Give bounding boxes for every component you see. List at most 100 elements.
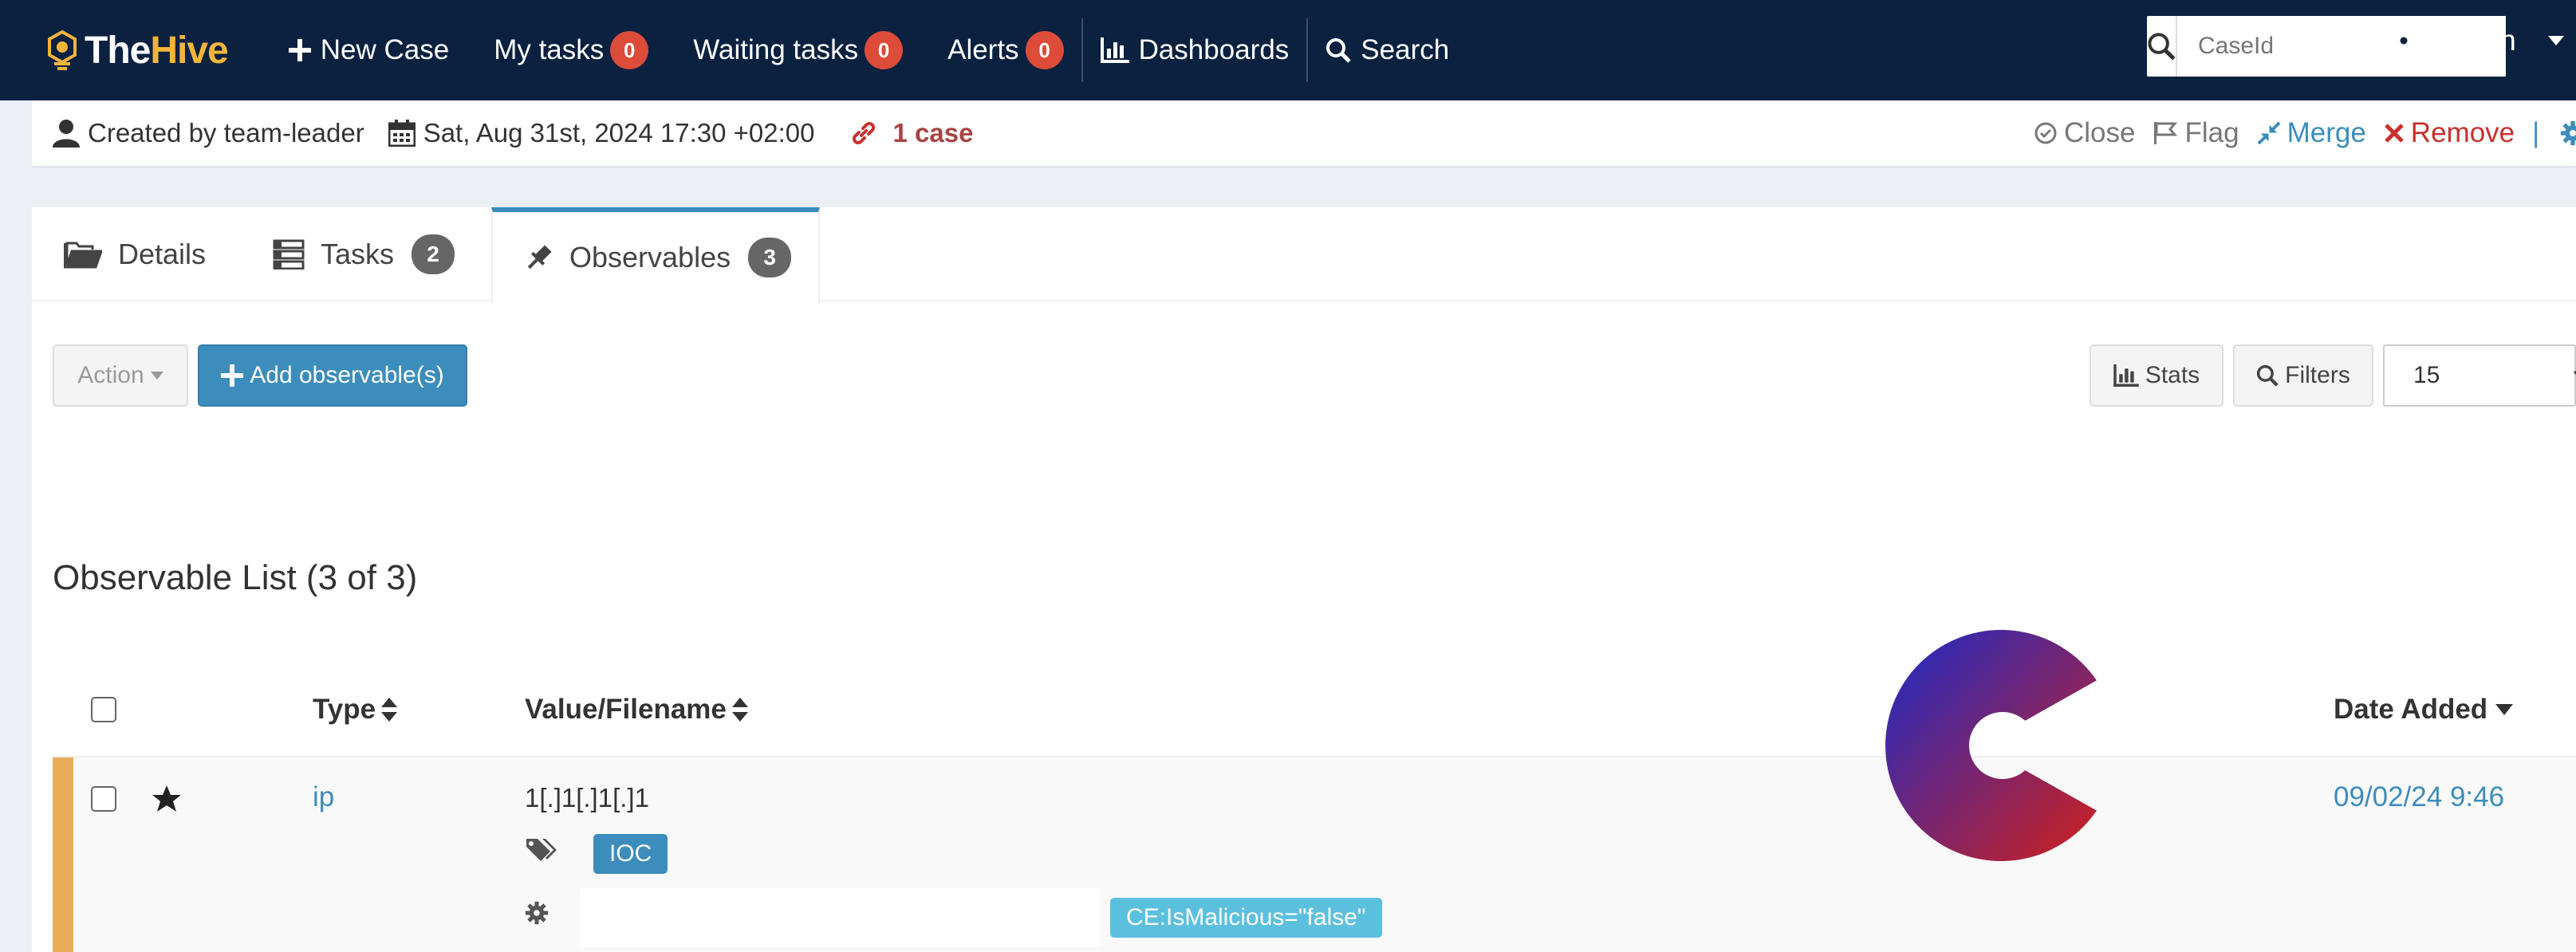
action-label: Action bbox=[77, 362, 144, 388]
user-icon bbox=[53, 120, 80, 148]
admin-menu[interactable]: Admin bbox=[2389, 24, 2564, 57]
tab-tasks-count: 2 bbox=[412, 234, 455, 274]
case-created-by: Created by team-leader bbox=[53, 118, 364, 148]
waiting-tasks-link[interactable]: Waiting tasks 0 bbox=[693, 31, 904, 69]
my-tasks-label: My tasks bbox=[494, 34, 605, 65]
plus-icon bbox=[288, 39, 311, 61]
flag-case-button[interactable]: Flag bbox=[2153, 117, 2239, 149]
bee-icon bbox=[48, 30, 77, 70]
analyzer-tag[interactable]: CE:IsMalicious="false" bbox=[1110, 898, 1382, 938]
observable-type[interactable]: ip bbox=[313, 781, 334, 813]
date-added[interactable]: 09/02/24 9:46 bbox=[2334, 781, 2504, 813]
date-header-label: Date Added bbox=[2334, 694, 2488, 725]
observable-list-title: Observable List (3 of 3) bbox=[53, 558, 418, 597]
bar-chart-icon bbox=[2113, 364, 2139, 387]
type-header-label: Type bbox=[313, 694, 376, 725]
merge-label: Merge bbox=[2286, 117, 2366, 148]
linked-cases-link[interactable]: 1 case bbox=[850, 118, 974, 148]
tab-observables-count: 3 bbox=[748, 238, 792, 277]
caret-down-icon bbox=[2495, 704, 2514, 715]
observable-value[interactable]: 1[.]1[.]1[.]1 bbox=[525, 783, 649, 813]
c-logo-icon bbox=[1885, 630, 2097, 861]
flag-icon bbox=[2154, 122, 2178, 144]
sort-icon bbox=[731, 698, 748, 722]
page-size-select[interactable]: 15 bbox=[2383, 344, 2576, 407]
brand-text-hive: Hive bbox=[150, 29, 228, 72]
compress-icon bbox=[2257, 121, 2280, 145]
close-label: Close bbox=[2064, 117, 2136, 148]
merge-case-button[interactable]: Merge bbox=[2257, 117, 2366, 149]
link-icon bbox=[852, 122, 875, 144]
case-tabs: Details Tasks 2 Observables 3 bbox=[32, 207, 2576, 303]
stats-label: Stats bbox=[2145, 362, 2200, 388]
close-case-button[interactable]: Close bbox=[2034, 117, 2135, 149]
page-size-value: 15 bbox=[2413, 362, 2440, 388]
star-icon[interactable] bbox=[152, 785, 182, 813]
add-observable-button[interactable]: Add observable(s) bbox=[198, 344, 467, 407]
calendar-icon bbox=[388, 120, 416, 147]
search-icon bbox=[2148, 33, 2176, 61]
gear-icon bbox=[2390, 27, 2417, 54]
more-actions-button[interactable]: R bbox=[2560, 117, 2576, 149]
tab-tasks[interactable]: Tasks 2 bbox=[273, 207, 455, 301]
check-circle-icon bbox=[2034, 122, 2057, 144]
caseid-search-button[interactable] bbox=[2147, 16, 2177, 77]
table-row: ip 1[.]1[.]1[.]1 IOC CE:IsMalicious="fal… bbox=[53, 756, 2576, 952]
tab-observables[interactable]: Observables 3 bbox=[491, 207, 820, 303]
date-column-header[interactable]: Date Added bbox=[2334, 694, 2514, 726]
top-navbar: The Hive New Case My tasks 0 Waiting task… bbox=[0, 0, 2576, 100]
gear-icon bbox=[2561, 120, 2576, 146]
value-column-header[interactable]: Value/Filename bbox=[525, 694, 749, 726]
ioc-flag-bar bbox=[53, 757, 73, 952]
stats-button[interactable]: Stats bbox=[2090, 344, 2223, 407]
caret-down-icon bbox=[150, 372, 163, 380]
select-all-checkbox[interactable] bbox=[91, 697, 116, 722]
type-column-header[interactable]: Type bbox=[313, 694, 398, 726]
alerts-badge: 0 bbox=[1025, 31, 1064, 69]
nav-divider bbox=[1081, 18, 1083, 82]
search-icon bbox=[2257, 364, 2279, 387]
bar-chart-icon bbox=[1100, 37, 1129, 63]
row-checkbox[interactable] bbox=[91, 786, 116, 812]
case-date-text: Sat, Aug 31st, 2024 17:30 +02:00 bbox=[423, 118, 815, 148]
folder-open-icon bbox=[64, 242, 102, 269]
dashboards-link[interactable]: Dashboards bbox=[1100, 34, 1290, 66]
chevron-down-icon bbox=[2573, 370, 2576, 376]
times-icon bbox=[2385, 124, 2404, 143]
brand-logo[interactable]: The Hive bbox=[45, 29, 229, 73]
filters-label: Filters bbox=[2285, 362, 2350, 388]
my-tasks-link[interactable]: My tasks 0 bbox=[494, 31, 649, 69]
case-panel: Details Tasks 2 Observables 3 Action Add… bbox=[32, 207, 2576, 952]
search-link[interactable]: Search bbox=[1325, 34, 1449, 66]
case-header: Created by team-leader Sat, Aug 31st, 20… bbox=[32, 100, 2576, 166]
filters-button[interactable]: Filters bbox=[2233, 344, 2373, 407]
sort-icon bbox=[381, 698, 398, 722]
actions-divider: | bbox=[2532, 117, 2540, 148]
action-dropdown-button[interactable]: Action bbox=[53, 344, 188, 407]
new-case-link[interactable]: New Case bbox=[288, 34, 450, 66]
new-case-label: New Case bbox=[320, 34, 450, 65]
tab-details[interactable]: Details bbox=[64, 207, 206, 301]
case-date: Sat, Aug 31st, 2024 17:30 +02:00 bbox=[388, 118, 815, 148]
remove-case-button[interactable]: Remove bbox=[2384, 117, 2515, 149]
redacted-area bbox=[581, 888, 1101, 947]
dashboards-label: Dashboards bbox=[1138, 34, 1290, 65]
tags-icon bbox=[526, 839, 557, 861]
tab-details-label: Details bbox=[118, 238, 207, 270]
created-by-text: Created by team-leader bbox=[88, 118, 364, 148]
tasks-icon bbox=[273, 239, 305, 269]
linked-cases-text: 1 case bbox=[892, 118, 974, 148]
alerts-link[interactable]: Alerts 0 bbox=[947, 31, 1064, 69]
tab-tasks-label: Tasks bbox=[321, 238, 395, 270]
thumbtack-icon bbox=[527, 245, 552, 269]
waiting-tasks-badge: 0 bbox=[865, 31, 904, 69]
caseid-search bbox=[2147, 16, 2506, 77]
alerts-label: Alerts bbox=[947, 34, 1019, 65]
cog-icon bbox=[525, 901, 549, 925]
tab-observables-label: Observables bbox=[569, 241, 731, 273]
ioc-tag[interactable]: IOC bbox=[593, 834, 668, 874]
admin-label: Admin bbox=[2432, 24, 2516, 57]
flag-label: Flag bbox=[2184, 117, 2239, 148]
add-observable-label: Add observable(s) bbox=[250, 362, 444, 388]
my-tasks-badge: 0 bbox=[610, 31, 649, 69]
